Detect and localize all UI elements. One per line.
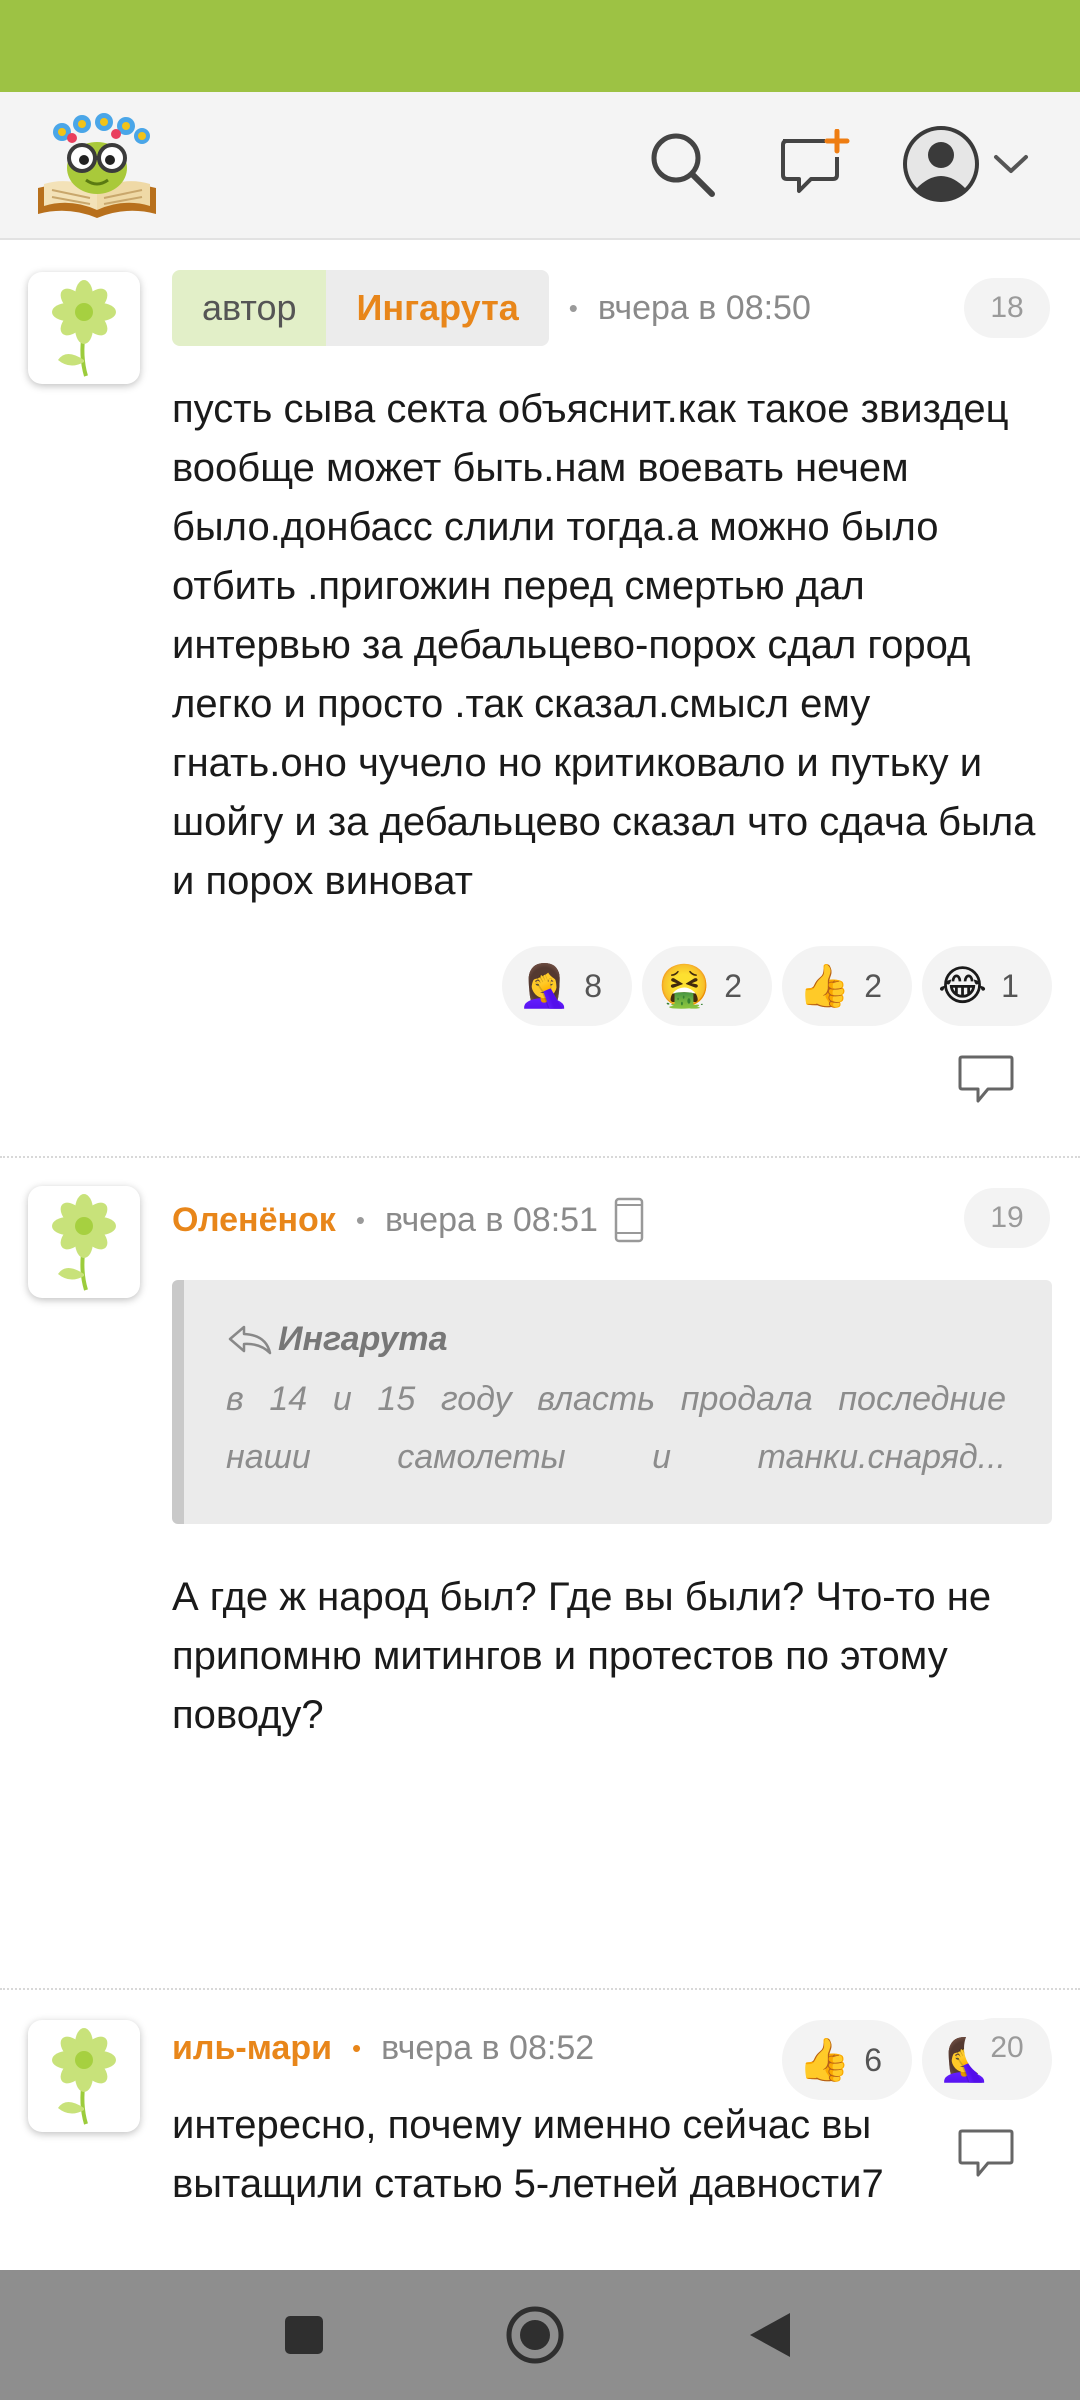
quote-block: Ингарута в 14 и 15 году власть продала п… [172, 1280, 1052, 1524]
comment-number[interactable]: 18 [964, 278, 1050, 338]
quote-word: танки.снаряд... [757, 1438, 1006, 1476]
username-link[interactable]: иль-мари [172, 2029, 332, 2068]
comment-text: интересно, почему именно сейчас вы вытащ… [172, 2103, 884, 2206]
thumbs-up-icon: 👍 [798, 962, 851, 1009]
app-header [0, 92, 1080, 240]
comment-number[interactable]: 20 [964, 2018, 1050, 2078]
recent-apps-icon[interactable] [269, 2300, 339, 2370]
separator-dot: • [568, 292, 578, 323]
quote-word: наши [226, 1438, 311, 1476]
avatar[interactable] [28, 272, 140, 384]
home-icon[interactable] [500, 2300, 570, 2370]
system-nav-bar [0, 2270, 1080, 2400]
comment-item: автор Ингарута • вчера в 08:50 18 пусть … [0, 240, 1080, 1156]
reply-icon[interactable] [956, 1050, 1016, 1110]
timestamp: вчера в 08:52 [381, 2028, 595, 2067]
chevron-down-icon [994, 155, 1028, 173]
flower-avatar-icon [52, 2028, 116, 2125]
flower-avatar-icon [52, 280, 116, 377]
separator-dot: • [352, 2032, 362, 2063]
reaction-facepalm[interactable]: 🤦‍♀️ 8 [502, 946, 632, 1026]
laughing-icon: 😂 [938, 962, 988, 1009]
user-avatar-icon [903, 126, 979, 202]
vomit-icon: 🤮 [658, 962, 711, 1009]
reaction-count: 8 [584, 967, 603, 1004]
reaction-laughing[interactable]: 😂 1 [922, 946, 1052, 1026]
back-icon[interactable] [735, 2300, 805, 2370]
comment-meta: иль-мари • вчера в 08:52 [172, 2010, 594, 2086]
timestamp: вчера в 08:51 [384, 1200, 598, 1239]
reactions-bar: 🤦‍♀️ 8 🤮 2 👍 2 😂 1 [502, 946, 1052, 1026]
comment-meta: автор Ингарута • вчера в 08:50 [172, 270, 811, 346]
reaction-count: 1 [1001, 967, 1019, 1004]
comment-number[interactable]: 19 [964, 1188, 1050, 1248]
mobile-device-icon [614, 1197, 644, 1243]
author-role-label: автор [172, 270, 327, 346]
user-menu-button[interactable] [900, 118, 1040, 210]
username-link[interactable]: Ингарута [326, 270, 549, 346]
new-post-icon[interactable] [772, 122, 856, 206]
author-badge: автор Ингарута [172, 270, 549, 346]
reply-arrow-icon [228, 1325, 272, 1354]
comment-item: иль-мари • вчера в 08:52 20 интересно, п… [0, 1990, 1080, 2270]
quote-text-line: в 14 и 15 году власть продала последние [226, 1380, 1006, 1418]
separator-dot: • [355, 1204, 365, 1235]
username-link[interactable]: Оленёнок [172, 1201, 336, 1240]
reaction-count: 2 [724, 967, 743, 1004]
comments-feed[interactable]: автор Ингарута • вчера в 08:50 18 пусть … [0, 240, 1080, 2270]
quote-author-name: Ингарута [278, 1320, 448, 1358]
quote-text-line: наши самолеты и танки.снаряд... [226, 1438, 1006, 1477]
avatar[interactable] [28, 2020, 140, 2132]
comment-text: А где ж народ был? Где вы были? Что-то н… [172, 1575, 992, 1737]
comment-meta: Оленёнок • вчера в 08:51 [172, 1182, 644, 1258]
reaction-thumbs-up[interactable]: 👍 2 [782, 946, 912, 1026]
comment-text: пусть сыва секта объяснит.как такое звиз… [172, 387, 1036, 903]
reaction-count: 2 [864, 967, 883, 1004]
book-owl-logo[interactable] [34, 110, 160, 220]
flower-avatar-icon [52, 1194, 116, 1291]
quote-word: и [652, 1438, 672, 1476]
status-bar [0, 0, 1080, 92]
quote-word: самолеты [397, 1438, 566, 1476]
quote-author[interactable]: Ингарута [226, 1320, 448, 1359]
facepalm-icon: 🤦‍♀️ [518, 962, 571, 1009]
search-icon[interactable] [640, 122, 724, 206]
timestamp: вчера в 08:50 [597, 288, 811, 327]
reaction-vomit[interactable]: 🤮 2 [642, 946, 772, 1026]
avatar[interactable] [28, 1186, 140, 1298]
